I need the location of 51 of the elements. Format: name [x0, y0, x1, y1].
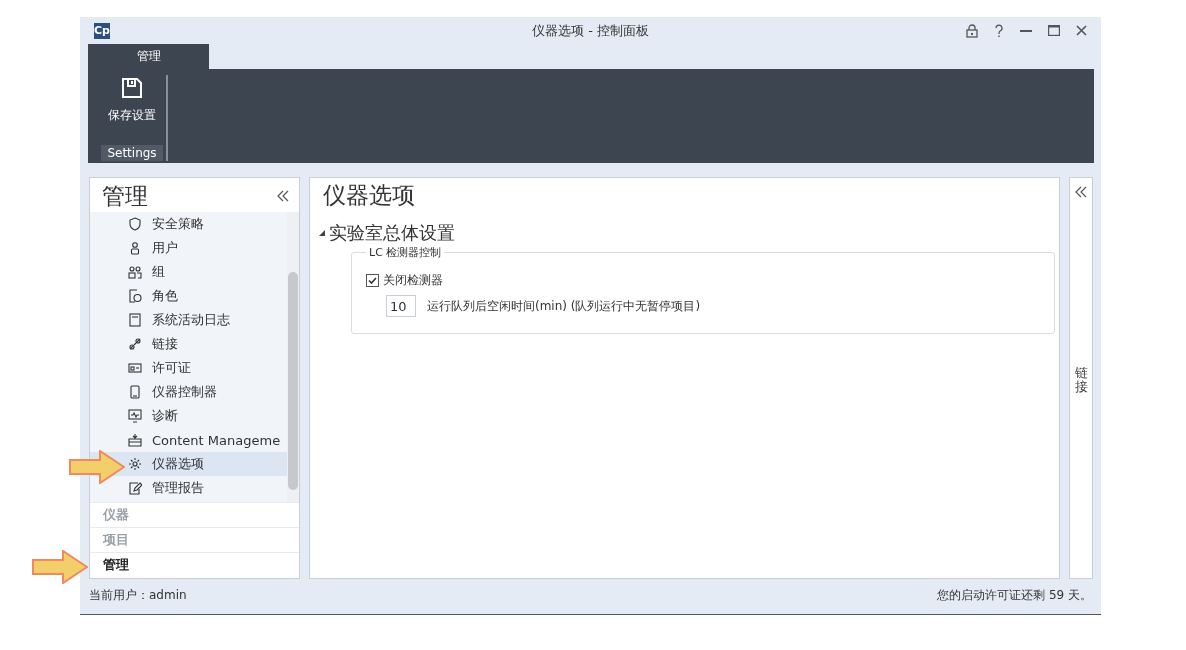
sidebar-item[interactable]: 用户 [90, 236, 287, 260]
log-icon [128, 313, 142, 327]
device-icon [128, 385, 142, 399]
sidebar-item[interactable]: 仪器控制器 [90, 380, 287, 404]
expand-icon[interactable] [1075, 186, 1087, 198]
person-icon [128, 241, 142, 255]
checkbox[interactable] [366, 274, 379, 287]
sidebar-item[interactable]: 安全策略 [90, 212, 287, 236]
sidebar-item[interactable]: Content Manageme [90, 428, 287, 452]
nav-section[interactable]: 管理 [90, 552, 299, 577]
checkbox-label: 关闭检测器 [383, 272, 443, 289]
maximize-icon[interactable] [1048, 25, 1060, 36]
sidebar-item[interactable]: 组 [90, 260, 287, 284]
group-legend: LC 检测器控制 [366, 245, 445, 260]
sidebar-item[interactable]: 角色 [90, 284, 287, 308]
gear-icon [128, 457, 142, 471]
scrollbar[interactable] [287, 212, 299, 502]
current-user-text: 当前用户：admin [89, 587, 187, 604]
window-title: 仪器选项 - 控制面板 [532, 21, 649, 40]
pointer-arrow-icon [69, 450, 125, 484]
inbox-icon [128, 433, 142, 447]
sidebar-item[interactable]: 链接 [90, 332, 287, 356]
vertical-tab-label[interactable]: 链接 [1074, 366, 1088, 395]
minimize-icon[interactable] [1020, 29, 1032, 32]
pointer-arrow-icon [32, 550, 88, 584]
role-icon [128, 289, 142, 303]
sidebar-item[interactable]: 系统活动日志 [90, 308, 287, 332]
group-icon [128, 265, 142, 279]
lock-icon[interactable] [966, 23, 978, 38]
field-label: 运行队列后空闲时间(min) (队列运行中无暂停项目) [427, 297, 701, 315]
section-title: 实验室总体设置 [329, 221, 455, 245]
sidebar-item[interactable]: 管理报告 [90, 476, 287, 500]
report-icon [128, 481, 142, 495]
sidebar-item[interactable]: 诊断 [90, 404, 287, 428]
sidebar-item[interactable]: 许可证 [90, 356, 287, 380]
monitor-icon [128, 409, 142, 423]
number-input-field[interactable]: 10 [386, 295, 416, 317]
close-icon[interactable] [1076, 25, 1087, 36]
link-icon [128, 337, 142, 351]
page-title: 仪器选项 [322, 181, 416, 210]
expand-toggle-icon[interactable] [318, 229, 326, 237]
shield-icon [128, 217, 142, 231]
collapse-icon[interactable] [277, 190, 289, 202]
save-settings-button[interactable]: 保存设置 [108, 75, 156, 124]
ribbon-tab[interactable]: 管理 [88, 44, 209, 69]
app-logo: Cp [94, 22, 110, 39]
license-text: 您的启动许可证还剩 59 天。 [937, 587, 1092, 604]
ribbon-group-label: Settings [101, 145, 163, 161]
sidebar-title: 管理 [102, 181, 148, 211]
help-icon[interactable] [994, 23, 1004, 38]
card-icon [128, 361, 142, 375]
